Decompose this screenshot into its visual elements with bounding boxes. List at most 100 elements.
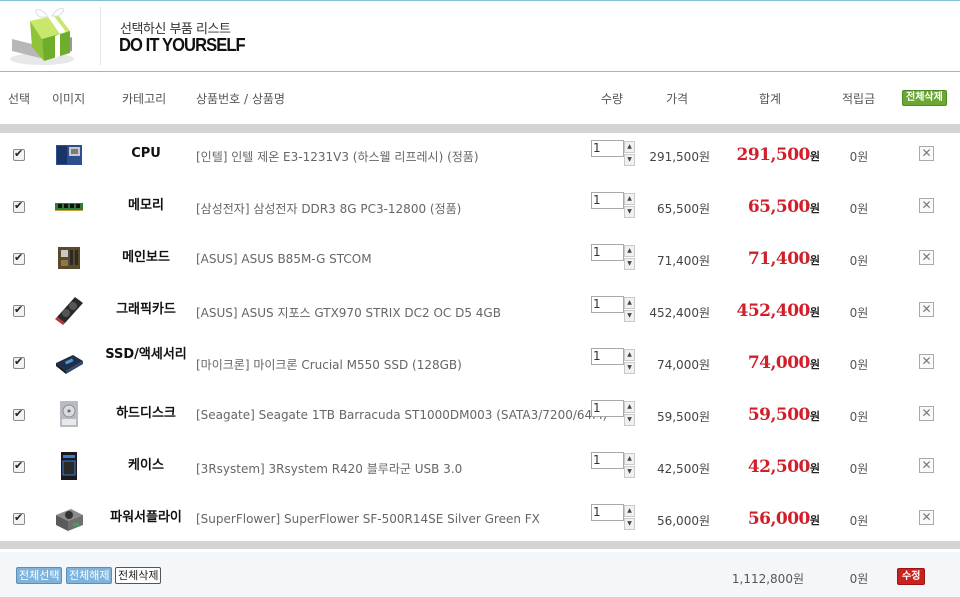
line-total-value: 42,500 — [747, 457, 811, 477]
category-label: 메모리 — [128, 198, 164, 213]
unit-price: 56,000원 — [656, 514, 710, 528]
line-total-value: 59,500 — [747, 405, 811, 425]
product-name-link[interactable]: [SuperFlower] SuperFlower SF-500R14SE Si… — [196, 512, 540, 526]
header: 선택하신 부품 리스트 DO IT YOURSELF — [0, 0, 960, 72]
category-label: 파워서플라이 — [110, 510, 182, 525]
product-name-link[interactable]: [Seagate] Seagate 1TB Barracuda ST1000DM… — [196, 408, 607, 422]
line-total: 71,400원 — [700, 249, 820, 269]
quantity-input[interactable]: 1 — [591, 192, 624, 209]
line-total: 42,500원 — [700, 457, 820, 477]
row-checkbox[interactable] — [13, 407, 25, 421]
row-checkbox[interactable] — [13, 511, 25, 525]
pc-case-icon — [53, 451, 85, 481]
quantity-input[interactable]: 1 — [591, 140, 624, 157]
product-name-link[interactable]: [ASUS] ASUS 지포스 GTX970 STRIX DC2 OC D5 4… — [196, 304, 501, 321]
won-unit: 원 — [809, 306, 820, 319]
col-image: 이미지 — [52, 92, 86, 106]
category-label: 하드디스크 — [116, 406, 176, 421]
line-total-value: 74,000 — [747, 353, 811, 373]
remove-item-icon[interactable]: ✕ — [919, 354, 934, 369]
delete-all-button[interactable]: 전체삭제 — [902, 90, 947, 106]
grand-total: 1,112,800원 — [731, 572, 804, 586]
gift-box-icon — [0, 1, 100, 71]
category-label: 메인보드 — [122, 250, 170, 265]
table-row: SSD/액세서리 [마이크론] 마이크론 Crucial M550 SSD (1… — [0, 341, 960, 393]
quantity-input[interactable]: 1 — [591, 296, 624, 313]
line-total: 56,000원 — [700, 509, 820, 529]
row-points: 0원 — [849, 410, 869, 424]
footer: 전체선택 전체해제 전체삭제 1,112,800원 0원 수정 — [0, 552, 960, 597]
remove-item-icon[interactable]: ✕ — [919, 458, 934, 473]
unit-price: 65,500원 — [656, 202, 710, 216]
col-category: 카테고리 — [122, 92, 167, 106]
category-label: 그래픽카드 — [116, 302, 176, 317]
row-checkbox[interactable] — [13, 355, 25, 369]
remove-item-icon[interactable]: ✕ — [919, 510, 934, 525]
delete-all-footer-button[interactable]: 전체삭제 — [115, 567, 162, 584]
won-unit: 원 — [809, 150, 820, 163]
col-price: 가격 — [666, 92, 689, 106]
memory-icon — [53, 191, 85, 221]
top-divider-bar — [0, 124, 960, 133]
row-points: 0원 — [849, 254, 869, 268]
total-points: 0원 — [849, 572, 869, 586]
cpu-icon — [53, 139, 85, 169]
line-total-value: 71,400 — [747, 249, 811, 269]
bottom-divider-bar — [0, 541, 960, 549]
row-points: 0원 — [849, 462, 869, 476]
product-name-link[interactable]: [삼성전자] 삼성전자 DDR3 8G PC3-12800 (정품) — [196, 200, 461, 217]
remove-item-icon[interactable]: ✕ — [919, 250, 934, 265]
col-points: 적립금 — [842, 92, 876, 106]
won-unit: 원 — [809, 358, 820, 371]
deselect-all-button[interactable]: 전체해제 — [66, 567, 113, 584]
row-points: 0원 — [849, 358, 869, 372]
table-row: CPU [인텔] 인텔 제온 E3-1231V3 (하스웰 리프레시) (정품)… — [0, 133, 960, 185]
quantity-input[interactable]: 1 — [591, 504, 624, 521]
row-checkbox[interactable] — [13, 303, 25, 317]
line-total-value: 56,000 — [747, 509, 811, 529]
col-select: 선택 — [8, 92, 31, 106]
row-checkbox[interactable] — [13, 459, 25, 473]
power-supply-icon — [53, 503, 85, 533]
remove-item-icon[interactable]: ✕ — [919, 406, 934, 421]
quantity-input[interactable]: 1 — [591, 452, 624, 469]
quantity-input[interactable]: 1 — [591, 348, 624, 365]
won-unit: 원 — [809, 514, 820, 527]
hard-disk-icon — [53, 399, 85, 429]
table-row: 그래픽카드 [ASUS] ASUS 지포스 GTX970 STRIX DC2 O… — [0, 289, 960, 341]
select-all-button[interactable]: 전체선택 — [16, 567, 63, 584]
product-name-link[interactable]: [인텔] 인텔 제온 E3-1231V3 (하스웰 리프레시) (정품) — [196, 148, 479, 165]
unit-price: 59,500원 — [656, 410, 710, 424]
row-checkbox[interactable] — [13, 199, 25, 213]
product-name-link[interactable]: [3Rsystem] 3Rsystem R420 블루라군 USB 3.0 — [196, 460, 462, 477]
col-quantity: 수량 — [601, 92, 624, 106]
product-name-link[interactable]: [마이크론] 마이크론 Crucial M550 SSD (128GB) — [196, 356, 462, 373]
table-row: 하드디스크 [Seagate] Seagate 1TB Barracuda ST… — [0, 393, 960, 445]
line-total-value: 65,500 — [747, 197, 811, 217]
unit-price: 42,500원 — [656, 462, 710, 476]
won-unit: 원 — [809, 410, 820, 423]
edit-button[interactable]: 수정 — [897, 568, 926, 585]
remove-item-icon[interactable]: ✕ — [919, 198, 934, 213]
table-row: 메모리 [삼성전자] 삼성전자 DDR3 8G PC3-12800 (정품) 1… — [0, 185, 960, 237]
remove-item-icon[interactable]: ✕ — [919, 302, 934, 317]
page: 선택하신 부품 리스트 DO IT YOURSELF 선택 이미지 카테고리 상… — [0, 0, 960, 597]
quantity-input[interactable]: 1 — [591, 244, 624, 261]
category-label: 케이스 — [128, 458, 164, 473]
col-total: 합계 — [759, 92, 782, 106]
mainboard-icon — [53, 243, 85, 273]
col-product: 상품번호 / 상품명 — [196, 92, 285, 106]
row-checkbox[interactable] — [13, 147, 25, 161]
table-row: 메인보드 [ASUS] ASUS B85M-G STCOM 1 ▲ ▼ 71,4… — [0, 237, 960, 289]
product-name-link[interactable]: [ASUS] ASUS B85M-G STCOM — [196, 252, 372, 266]
unit-price: 71,400원 — [656, 254, 710, 268]
column-header: 선택 이미지 카테고리 상품번호 / 상품명 수량 가격 합계 적립금 — [0, 73, 960, 123]
row-checkbox[interactable] — [13, 251, 25, 265]
quantity-input[interactable]: 1 — [591, 400, 624, 417]
category-label: SSD/액세서리 — [105, 347, 187, 362]
line-total: 59,500원 — [700, 405, 820, 425]
won-unit: 원 — [809, 254, 820, 267]
remove-item-icon[interactable]: ✕ — [919, 146, 934, 161]
header-divider — [100, 7, 101, 65]
category-label: CPU — [131, 146, 161, 161]
